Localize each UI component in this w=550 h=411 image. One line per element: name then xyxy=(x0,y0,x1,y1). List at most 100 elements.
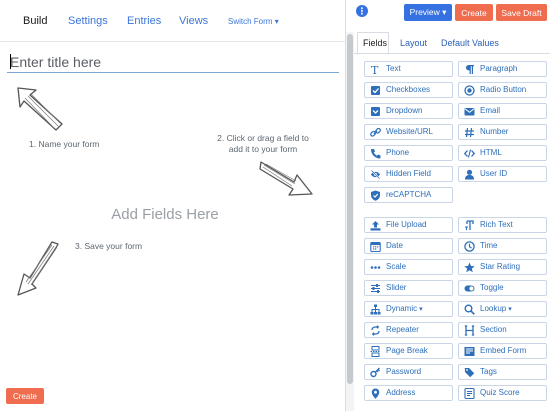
field-button-date[interactable]: Date xyxy=(364,238,453,254)
field-button-label: User ID xyxy=(480,169,508,178)
add-fields-placeholder: Add Fields Here xyxy=(111,206,219,223)
field-button-label: Repeater xyxy=(386,325,419,334)
shield-icon xyxy=(370,190,381,201)
rich-text-icon xyxy=(464,220,475,231)
heading-icon xyxy=(464,325,475,336)
field-button-label: Lookup xyxy=(480,304,507,313)
field-button-section[interactable]: Section xyxy=(458,322,547,338)
scrollbar-thumb[interactable] xyxy=(347,34,353,384)
sketch-arrow-right-icon xyxy=(259,161,313,196)
field-button-label: Phone xyxy=(386,148,410,157)
tab-build[interactable]: Build xyxy=(23,15,47,27)
link-icon xyxy=(370,127,381,138)
field-button-label: Email xyxy=(480,106,501,115)
field-button-rich-text[interactable]: Rich Text xyxy=(458,217,547,233)
caret-down-icon: ▾ xyxy=(274,17,279,26)
field-button-label: Star Rating xyxy=(480,262,521,271)
field-button-label: Rich Text xyxy=(480,220,513,229)
save-draft-button[interactable]: Save Draft xyxy=(496,4,547,21)
field-button-email[interactable]: Email xyxy=(458,103,547,119)
field-button-label: Checkboxes xyxy=(386,85,431,94)
field-button-paragraph[interactable]: Paragraph xyxy=(458,61,547,77)
field-button-quiz-score[interactable]: Quiz Score xyxy=(458,385,547,401)
eye-slash-icon xyxy=(370,169,381,180)
field-button-label: Website/URL xyxy=(386,127,433,136)
email-icon xyxy=(464,106,475,117)
toggle-icon xyxy=(464,283,475,294)
hint-drag-field: 2. Click or drag a field to add it to yo… xyxy=(210,133,316,155)
field-button-label: Toggle xyxy=(480,283,504,292)
field-button-label: reCAPTCHA xyxy=(386,190,432,199)
field-button-radio-button[interactable]: Radio Button xyxy=(458,82,547,98)
preview-button[interactable]: Preview ▾ xyxy=(404,4,452,21)
field-button-star-rating[interactable]: Star Rating xyxy=(458,259,547,275)
switch-form-dropdown[interactable]: Switch Form ▾ xyxy=(228,17,279,26)
field-button-slider[interactable]: Slider xyxy=(364,280,453,296)
create-button[interactable]: Create xyxy=(455,4,493,21)
info-icon[interactable]: ⋮ xyxy=(356,5,368,17)
field-button-scale[interactable]: Scale xyxy=(364,259,453,275)
sitemap-icon xyxy=(370,304,381,315)
user-icon xyxy=(464,169,475,180)
field-button-toggle[interactable]: Toggle xyxy=(458,280,547,296)
tags-icon xyxy=(464,367,475,378)
field-button-repeater[interactable]: Repeater xyxy=(364,322,453,338)
field-button-label: Number xyxy=(480,127,509,136)
tab-default-values[interactable]: Default Values xyxy=(441,38,499,48)
text-icon: T xyxy=(370,64,381,75)
hint-name-form: 1. Name your form xyxy=(29,139,100,149)
hint-drag-line2: add it to your form xyxy=(228,144,298,154)
field-button-number[interactable]: Number xyxy=(458,124,547,140)
svg-text:T: T xyxy=(371,64,379,75)
field-button-label: HTML xyxy=(480,148,502,157)
field-button-page-break[interactable]: Page Break xyxy=(364,343,453,359)
field-button-label: Address xyxy=(386,388,416,397)
field-button-dynamic[interactable]: Dynamic ▾ xyxy=(364,301,453,317)
field-button-text[interactable]: T Text xyxy=(364,61,453,77)
field-button-user-id[interactable]: User ID xyxy=(458,166,547,182)
quiz-icon xyxy=(464,388,475,399)
field-button-checkboxes[interactable]: Checkboxes xyxy=(364,82,453,98)
form-builder-canvas: Build Settings Entries Views Switch Form… xyxy=(0,0,346,411)
phone-icon xyxy=(370,148,381,159)
field-button-dropdown[interactable]: Dropdown xyxy=(364,103,453,119)
switch-form-label: Switch Form xyxy=(228,17,273,26)
search-icon xyxy=(464,304,475,315)
field-button-address[interactable]: Address xyxy=(364,385,453,401)
field-button-label: Page Break xyxy=(386,346,428,355)
field-button-embed-form[interactable]: Embed Form xyxy=(458,343,547,359)
field-button-label: Embed Form xyxy=(480,346,527,355)
create-button-bottom[interactable]: Create xyxy=(6,388,44,404)
tab-views[interactable]: Views xyxy=(179,15,208,27)
field-button-label: Dynamic xyxy=(386,304,418,313)
tab-settings[interactable]: Settings xyxy=(68,15,108,27)
hash-icon xyxy=(464,127,475,138)
field-button-label: Section xyxy=(480,325,507,334)
field-button-label: Dropdown xyxy=(386,106,423,115)
field-button-label: Quiz Score xyxy=(480,388,520,397)
field-button-tags[interactable]: Tags xyxy=(458,364,547,380)
dropdown-icon xyxy=(370,106,381,117)
field-button-recaptcha[interactable]: reCAPTCHA xyxy=(364,187,453,203)
field-button-label: File Upload xyxy=(386,220,427,229)
preview-label: Preview xyxy=(409,7,440,17)
field-button-website-url[interactable]: Website/URL xyxy=(364,124,453,140)
repeat-icon xyxy=(370,325,381,336)
field-button-phone[interactable]: Phone xyxy=(364,145,453,161)
form-title-input[interactable] xyxy=(7,51,339,73)
tab-layout[interactable]: Layout xyxy=(400,38,427,48)
field-button-label: Hidden Field xyxy=(386,169,431,178)
field-button-label: Radio Button xyxy=(480,85,527,94)
field-button-lookup[interactable]: Lookup ▾ xyxy=(458,301,547,317)
page-break-icon xyxy=(370,346,381,357)
tab-fields[interactable]: Fields xyxy=(363,38,387,48)
text-caret xyxy=(10,54,11,69)
field-button-time[interactable]: Time xyxy=(458,238,547,254)
field-button-password[interactable]: Password xyxy=(364,364,453,380)
field-button-hidden-field[interactable]: Hidden Field xyxy=(364,166,453,182)
field-button-file-upload[interactable]: File Upload xyxy=(364,217,453,233)
clock-icon xyxy=(464,241,475,252)
tab-entries[interactable]: Entries xyxy=(127,15,161,27)
checkbox-icon xyxy=(370,85,381,96)
field-button-html[interactable]: HTML xyxy=(458,145,547,161)
